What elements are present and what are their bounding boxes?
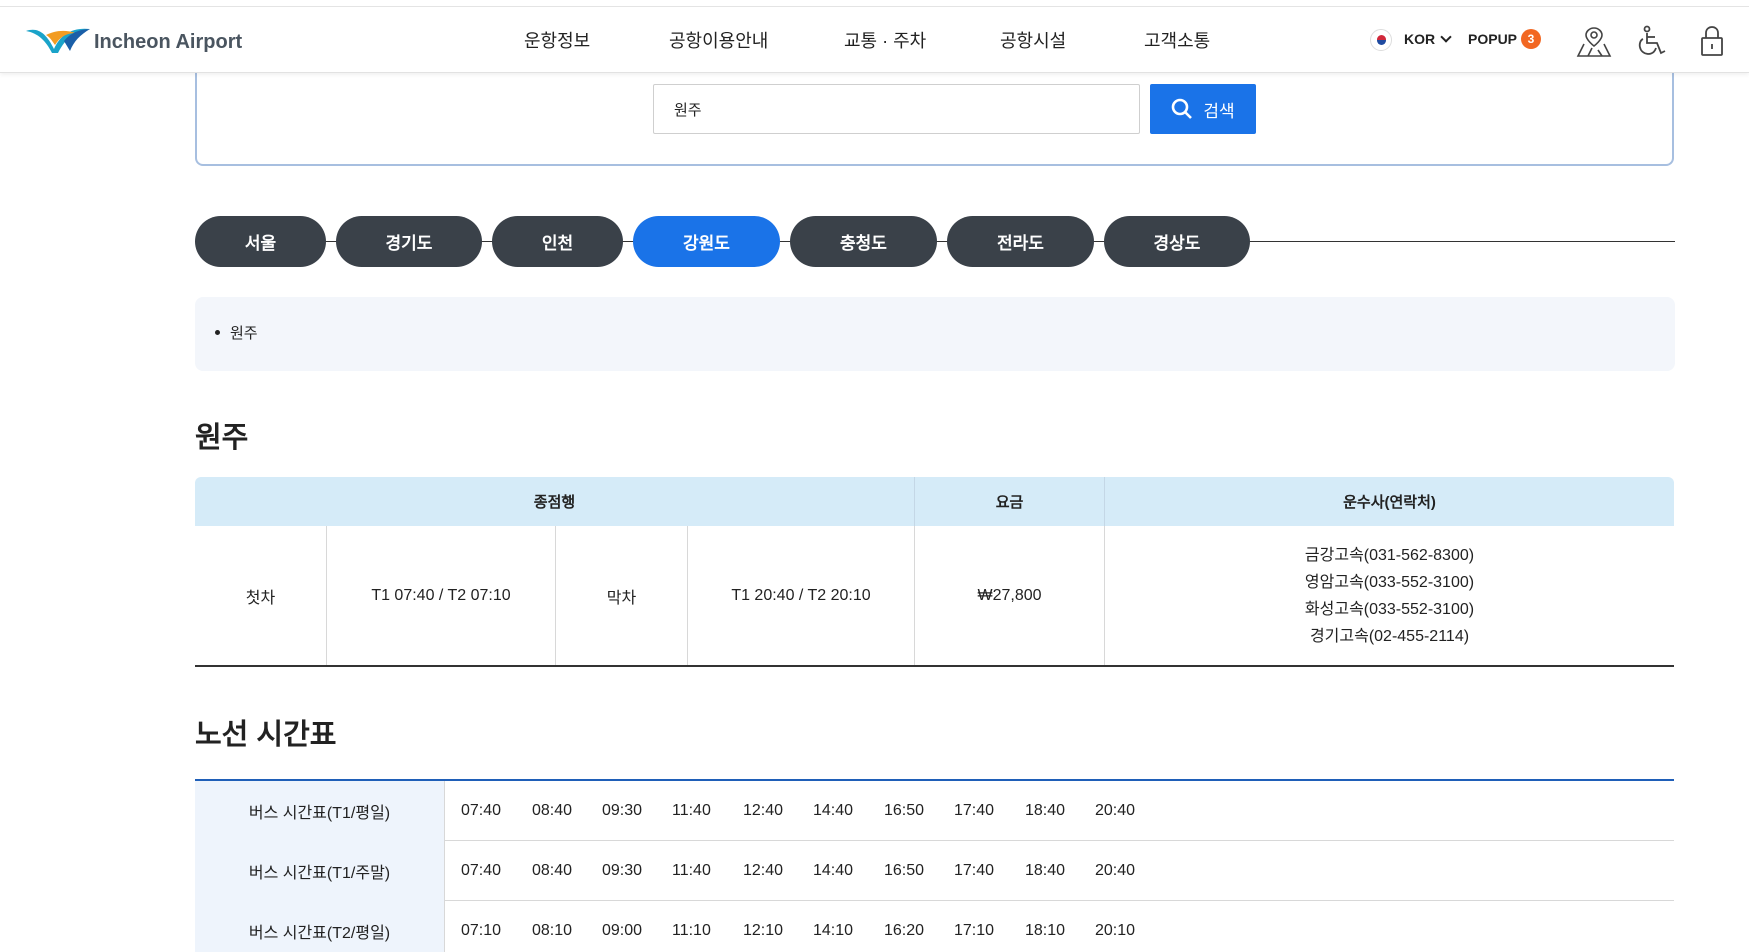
departure-time: 17:10: [954, 922, 995, 939]
timetable-row: 버스 시간표(T1/평일) 07:40 08:40 09:30 11:40 12:40 14…: [195, 781, 1674, 841]
last-bus-label: 막차: [606, 589, 637, 607]
departure-time: 16:50: [884, 802, 925, 819]
incheon-airport-logo-icon: [26, 28, 90, 53]
departure-time: 17:40: [954, 862, 995, 879]
popup-count-badge: 3: [1521, 29, 1541, 49]
timetable-title: 노선 시간표: [195, 719, 337, 751]
search-input[interactable]: [653, 84, 1140, 134]
fare-value: ₩27,800: [977, 586, 1042, 604]
carrier-item: 영암고속(033-552-3100): [1304, 573, 1475, 591]
site-logo[interactable]: Incheon Airport: [24, 21, 242, 57]
departure-time: 11:40: [672, 862, 711, 879]
header-fare: 요금: [995, 494, 1024, 511]
departure-time: 07:40: [461, 862, 502, 879]
logo-text: Incheon Airport: [94, 30, 243, 53]
departure-time: 12:40: [743, 802, 784, 819]
tab-region-chungcheong[interactable]: 충청도: [790, 216, 937, 267]
departure-time: 07:40: [461, 802, 502, 819]
accessibility-icon[interactable]: [1634, 24, 1670, 58]
tab-region-jeolla[interactable]: 전라도: [947, 216, 1094, 267]
search-button-label: 검색: [1203, 101, 1235, 121]
tab-region-incheon[interactable]: 인천: [492, 216, 623, 267]
first-bus-label: 첫차: [245, 589, 276, 607]
timetable-row-label: 버스 시간표(T1/주말): [195, 841, 445, 901]
timetable-row: 버스 시간표(T1/주말) 07:40 08:40 09:30 11:40 12:40 14…: [195, 841, 1674, 901]
departure-time: 07:10: [461, 922, 502, 939]
departure-time: 08:10: [532, 922, 573, 939]
timetable-row: 버스 시간표(T2/평일) 07:10 08:10 09:00 11:10 12:10 14…: [195, 901, 1674, 952]
popup-button[interactable]: POPUP: [1468, 31, 1517, 47]
search-button[interactable]: 검색: [1150, 84, 1256, 134]
header-carrier: 운수사(연락처): [1343, 494, 1436, 511]
departure-time: 16:20: [884, 922, 925, 939]
chevron-down-icon[interactable]: [1440, 31, 1452, 43]
search-icon: [1172, 98, 1193, 119]
korea-flag-icon: [1370, 29, 1392, 51]
departure-time: 20:40: [1095, 802, 1136, 819]
city-link-wonju[interactable]: 원주: [215, 322, 258, 343]
departure-time: 09:00: [602, 922, 643, 939]
departure-time: 16:50: [884, 862, 925, 879]
departure-time: 12:40: [743, 862, 784, 879]
header-terminal: 종점행: [533, 494, 576, 511]
lock-icon[interactable]: [1694, 24, 1730, 58]
departure-time: 09:30: [602, 862, 643, 879]
departure-time: 11:10: [672, 922, 711, 939]
last-bus-time: T1 20:40 / T2 20:10: [731, 586, 871, 604]
tab-region-seoul[interactable]: 서울: [195, 216, 326, 267]
departure-time: 18:40: [1025, 802, 1066, 819]
top-edge: [0, 0, 1749, 7]
carrier-cell: 금강고속(031-562-8300) 영암고속(033-552-3100) 화성…: [1105, 526, 1674, 665]
departure-time: 08:40: [532, 862, 573, 879]
tab-region-gyeongsang[interactable]: 경상도: [1104, 216, 1250, 267]
nav-item-transport-parking[interactable]: 교통 · 주차: [844, 27, 926, 53]
route-title: 원주: [195, 422, 249, 454]
route-table-body: 첫차 T1 07:40 / T2 07:10 막차 T1 20:40 / T2 …: [195, 526, 1674, 667]
departure-time: 18:40: [1025, 862, 1066, 879]
departure-time: 12:10: [743, 922, 784, 939]
departure-time: 14:40: [813, 862, 854, 879]
nav-item-flight-info[interactable]: 운항정보: [524, 27, 590, 53]
site-header: Incheon Airport 운항정보 공항이용안내 교통 · 주차 공항시설…: [0, 7, 1749, 73]
timetable-row-label: 버스 시간표(T2/평일): [195, 901, 445, 952]
departure-time: 14:40: [813, 802, 854, 819]
city-list: 원주: [195, 297, 1675, 371]
carrier-item: 금강고속(031-562-8300): [1304, 546, 1475, 564]
language-selector[interactable]: KOR: [1404, 31, 1435, 47]
departure-time: 17:40: [954, 802, 995, 819]
map-pin-icon[interactable]: [1576, 24, 1612, 58]
tab-region-gangwon[interactable]: 강원도: [633, 216, 780, 267]
departure-time: 08:40: [532, 802, 573, 819]
departure-time: 20:10: [1095, 922, 1136, 939]
departure-time: 20:40: [1095, 862, 1136, 879]
carrier-item: 화성고속(033-552-3100): [1304, 600, 1475, 618]
nav-item-facilities[interactable]: 공항시설: [1000, 27, 1066, 53]
tab-region-gyeonggi[interactable]: 경기도: [336, 216, 482, 267]
departure-time: 14:10: [813, 922, 854, 939]
route-table-header: 종점행 요금 운수사(연락처): [195, 477, 1674, 526]
departure-time: 18:10: [1025, 922, 1066, 939]
departure-time: 09:30: [602, 802, 643, 819]
nav-item-customer[interactable]: 고객소통: [1144, 27, 1210, 53]
departure-time: 11:40: [672, 802, 711, 819]
carrier-item: 경기고속(02-455-2114): [1309, 627, 1470, 645]
nav-item-airport-guide[interactable]: 공항이용안내: [669, 27, 768, 53]
first-bus-time: T1 07:40 / T2 07:10: [371, 586, 511, 604]
carrier-list: 금강고속(031-562-8300) 영암고속(033-552-3100) 화성…: [1305, 542, 1474, 650]
timetable-row-label: 버스 시간표(T1/평일): [195, 781, 445, 841]
